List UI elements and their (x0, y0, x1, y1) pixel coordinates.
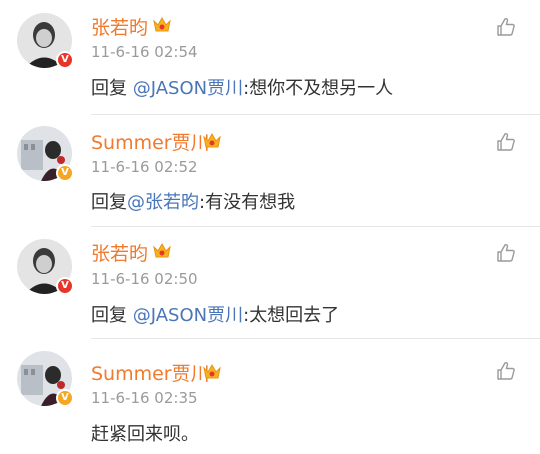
username[interactable]: 张若昀 (91, 239, 148, 266)
verified-badge-icon: V (56, 51, 74, 69)
comment-item: V 张若昀 11-6-16 02:54 回复 @JASON贾川:想你不及想另一人 (0, 0, 540, 115)
mention-link[interactable]: @JASON贾川 (133, 305, 243, 326)
reply-prefix: 回复 (91, 78, 133, 99)
like-thumbs-up-icon[interactable] (495, 131, 517, 153)
vip-crown-icon (153, 16, 171, 32)
username[interactable]: Summer贾川 (91, 128, 210, 155)
timestamp: 11-6-16 02:50 (91, 270, 198, 288)
comment-text: 回复 @JASON贾川:想你不及想另一人 (91, 74, 393, 100)
timestamp: 11-6-16 02:52 (91, 158, 198, 176)
comment-item: V Summer贾川 11-6-16 02:52 回复@张若昀:有没有想我 (0, 114, 540, 227)
comment-item: V 张若昀 11-6-16 02:50 回复 @JASON贾川:太想回去了 (0, 226, 540, 339)
timestamp: 11-6-16 02:54 (91, 43, 198, 61)
verified-badge-icon: V (56, 277, 74, 295)
vip-crown-icon (153, 242, 171, 258)
comment-item: V Summer贾川 11-6-16 02:35 赶紧回来呗。 (0, 338, 540, 454)
mention-link[interactable]: @张若昀 (127, 192, 199, 213)
mention-link[interactable]: @JASON贾川 (133, 78, 243, 99)
like-thumbs-up-icon[interactable] (495, 242, 517, 264)
like-thumbs-up-icon[interactable] (495, 360, 517, 382)
comment-text: 回复@张若昀:有没有想我 (91, 188, 295, 214)
comment-text: 回复 @JASON贾川:太想回去了 (91, 301, 339, 327)
comment-content: 太想回去了 (249, 305, 340, 326)
comment-content: 赶紧回来呗。 (91, 424, 199, 445)
comment-content: 有没有想我 (205, 192, 296, 213)
username[interactable]: Summer贾川 (91, 359, 210, 386)
comment-content: 想你不及想另一人 (249, 78, 394, 99)
reply-prefix: 回复 (91, 192, 127, 213)
vip-crown-icon (203, 363, 221, 379)
comment-text: 赶紧回来呗。 (91, 420, 199, 446)
vip-crown-icon (203, 132, 221, 148)
username[interactable]: 张若昀 (91, 13, 148, 40)
timestamp: 11-6-16 02:35 (91, 389, 198, 407)
like-thumbs-up-icon[interactable] (495, 16, 517, 38)
verified-badge-icon: V (56, 389, 74, 407)
reply-prefix: 回复 (91, 305, 133, 326)
verified-badge-icon: V (56, 164, 74, 182)
